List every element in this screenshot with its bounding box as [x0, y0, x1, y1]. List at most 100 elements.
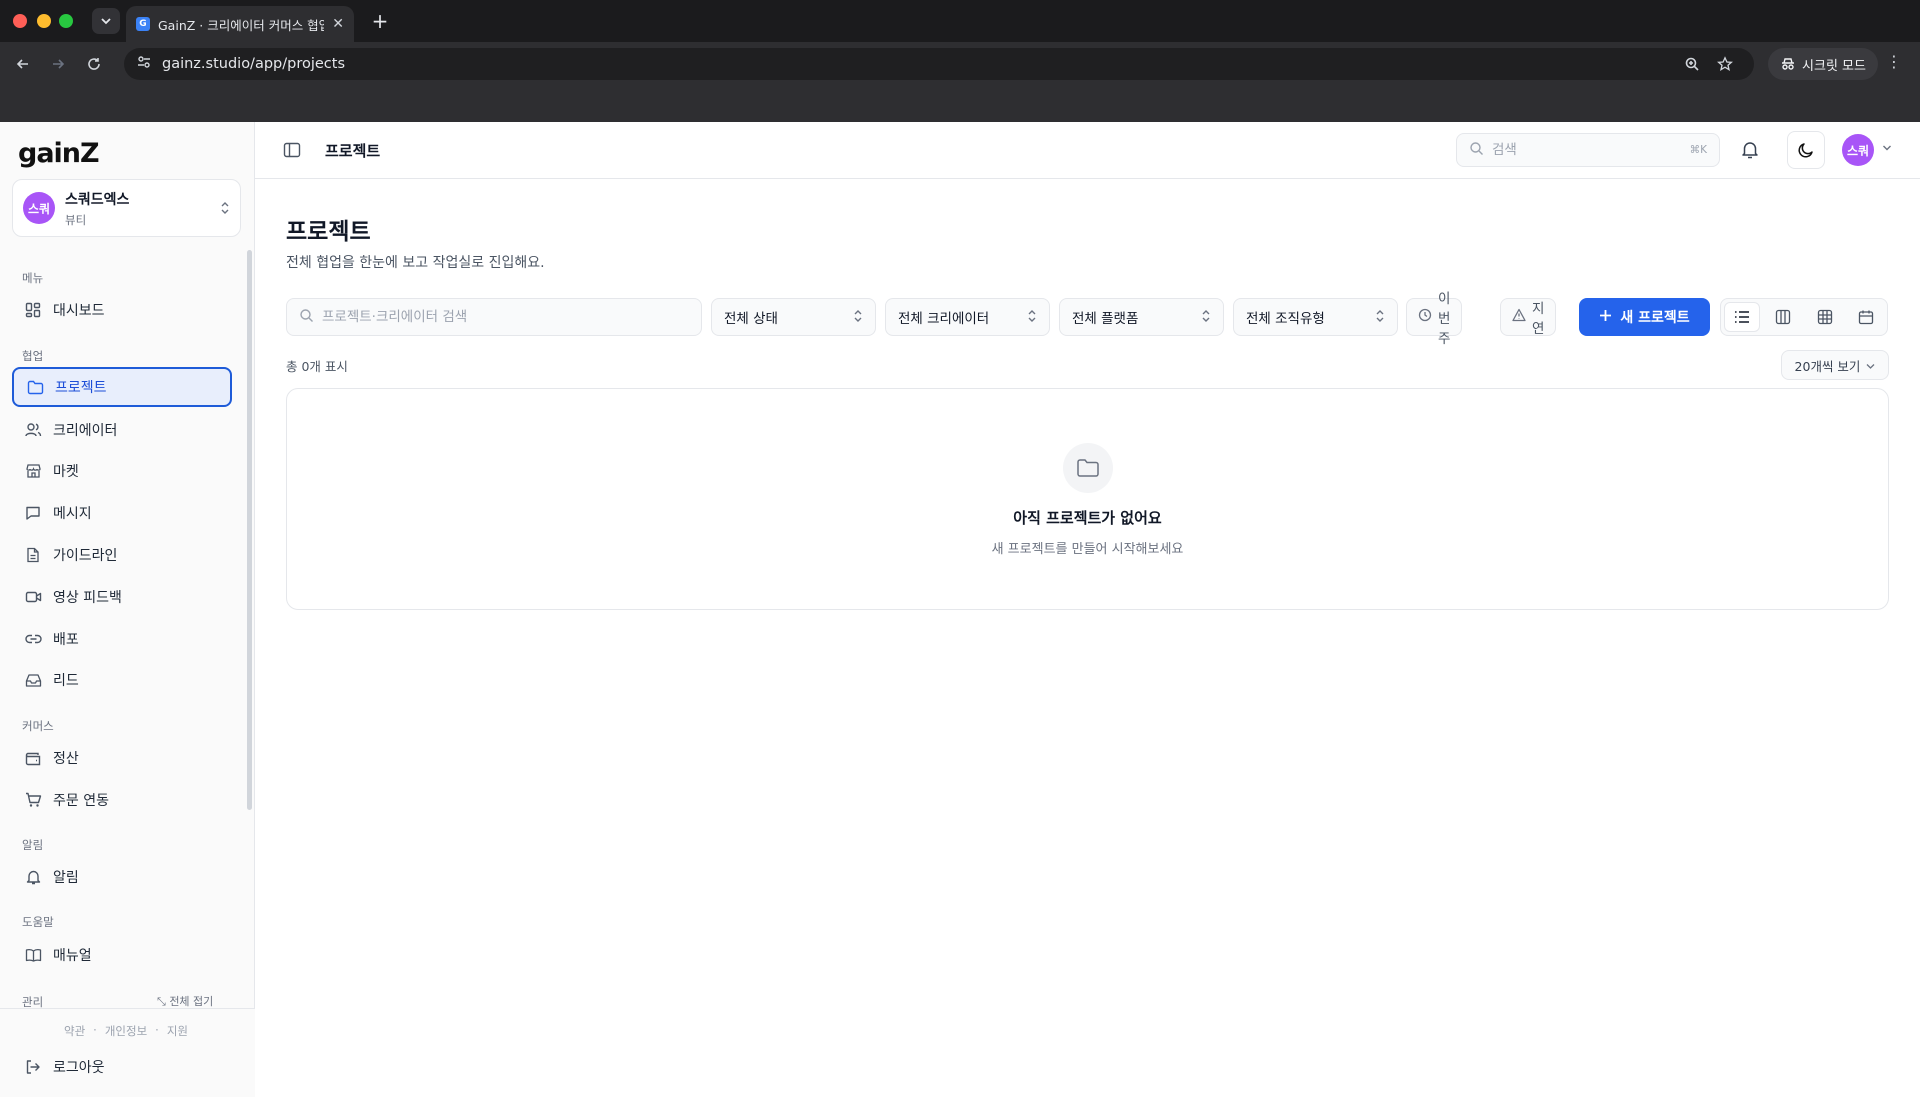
bookmarks-bar — [0, 86, 1920, 122]
store-icon — [24, 462, 42, 480]
new-tab-button[interactable]: + — [368, 9, 392, 33]
sidebar-item-label: 가이드라인 — [53, 548, 118, 564]
sidebar-item-order-sync[interactable]: 주문 연동 — [12, 780, 232, 820]
sidebar-item-settlement[interactable]: 정산 — [12, 738, 232, 778]
delayed-filter[interactable]: 지연 — [1500, 298, 1557, 337]
sidebar-item-market[interactable]: 마켓 — [12, 451, 232, 491]
sidebar-item-projects[interactable]: 프로젝트 — [12, 367, 232, 407]
sidebar-item-dashboard[interactable]: 대시보드 — [12, 290, 232, 330]
forward-button[interactable] — [46, 52, 70, 76]
logout-label: 로그아웃 — [53, 1060, 105, 1076]
terms-link[interactable]: 약관 — [64, 1023, 85, 1039]
user-avatar[interactable]: 스쿼 — [1842, 134, 1874, 166]
org-type-filter-value: 전체 조직유형 — [1246, 311, 1325, 327]
tab-search-button[interactable] — [92, 8, 120, 34]
workspace-avatar: 스쿼 — [23, 192, 55, 224]
sidebar-item-label: 메시지 — [53, 506, 92, 522]
support-link[interactable]: 지원 — [167, 1023, 188, 1039]
browser-toolbar: gainz.studio/app/projects 시크릿 모드 ⋮ — [0, 42, 1920, 86]
kanban-view-button[interactable] — [1763, 299, 1804, 335]
creator-filter-value: 전체 크리에이터 — [898, 311, 990, 327]
document-icon — [24, 546, 42, 564]
platform-filter-value: 전체 플랫폼 — [1072, 311, 1139, 327]
delayed-label: 지연 — [1532, 301, 1545, 337]
footer-links: 약관 · 개인정보 · 지원 — [64, 1023, 188, 1039]
collapse-all-button[interactable]: ⤡ 전체 접기 — [157, 993, 213, 1009]
sidebar-item-leads[interactable]: 리드 — [12, 660, 232, 700]
address-bar[interactable]: gainz.studio/app/projects — [124, 48, 1754, 80]
bookmark-star-icon[interactable] — [1717, 48, 1733, 80]
sidebar-item-messages[interactable]: 메시지 — [12, 493, 232, 533]
this-week-filter[interactable]: 이번 주 — [1406, 291, 1463, 347]
app-window: gainZ 스쿼 스쿼드엑스 뷰티 메뉴 대시보드 협업 프로젝트 크리에이터 — [0, 122, 1920, 1097]
top-header: 프로젝트 ⌘K 스쿼 — [255, 122, 1920, 179]
global-search-input[interactable] — [1492, 142, 1682, 158]
privacy-link[interactable]: 개인정보 — [105, 1023, 147, 1039]
chevron-updown-icon — [853, 309, 863, 325]
project-search[interactable] — [286, 298, 702, 336]
sidebar-item-manual[interactable]: 매뉴얼 — [12, 935, 232, 975]
tab-title: GainZ · 크리에이터 커머스 협업 OS — [158, 17, 324, 33]
minimize-window-button[interactable] — [37, 14, 51, 28]
list-icon — [1734, 311, 1749, 323]
notification-bell-icon[interactable] — [1741, 140, 1759, 163]
sidebar-item-distribution[interactable]: 배포 — [12, 619, 232, 659]
sidebar-item-label: 주문 연동 — [53, 793, 109, 809]
logout-icon — [24, 1058, 42, 1076]
close-window-button[interactable] — [13, 14, 27, 28]
sidebar-scrollbar[interactable] — [247, 250, 252, 810]
list-view-button[interactable] — [1724, 302, 1760, 332]
columns-icon — [1776, 309, 1791, 325]
workspace-switcher[interactable]: 스쿼 스쿼드엑스 뷰티 — [12, 179, 241, 237]
status-filter-value: 전체 상태 — [724, 311, 778, 327]
search-icon — [299, 308, 314, 327]
section-label-alerts: 알림 — [22, 838, 44, 852]
section-label-menu: 메뉴 — [22, 271, 44, 285]
sidebar-item-video-feedback[interactable]: 영상 피드백 — [12, 577, 232, 617]
chevron-down-icon[interactable] — [1882, 142, 1892, 155]
table-view-button[interactable] — [1804, 299, 1845, 335]
creator-filter-select[interactable]: 전체 크리에이터 — [885, 298, 1050, 336]
sidebar-item-label: 리드 — [53, 673, 79, 689]
warning-icon — [1512, 308, 1526, 326]
sidebar-item-label: 프로젝트 — [55, 380, 107, 396]
maximize-window-button[interactable] — [59, 14, 73, 28]
incognito-indicator[interactable]: 시크릿 모드 — [1768, 48, 1878, 80]
folder-icon — [26, 378, 44, 396]
theme-toggle-button[interactable] — [1787, 131, 1825, 169]
browser-tab[interactable]: G GainZ · 크리에이터 커머스 협업 OS ✕ — [126, 6, 354, 42]
incognito-label: 시크릿 모드 — [1802, 58, 1866, 74]
calendar-view-button[interactable] — [1846, 299, 1887, 335]
sidebar-toggle-icon[interactable] — [283, 141, 301, 163]
search-icon — [1469, 141, 1484, 160]
sidebar-item-label: 알림 — [53, 870, 79, 886]
close-tab-icon[interactable]: ✕ — [332, 16, 344, 32]
clock-icon — [1418, 308, 1432, 326]
sidebar-item-creators[interactable]: 크리에이터 — [12, 410, 232, 450]
sidebar-item-label: 대시보드 — [53, 303, 105, 319]
workspace-info: 스쿼드엑스 뷰티 — [65, 189, 210, 228]
page-size-select[interactable]: 20개씩 보기 — [1781, 350, 1889, 380]
platform-filter-select[interactable]: 전체 플랫폼 — [1059, 298, 1224, 336]
zoom-icon[interactable] — [1684, 48, 1700, 80]
new-project-button[interactable]: 새 프로젝트 — [1579, 298, 1710, 336]
logo[interactable]: gainZ — [18, 138, 100, 169]
grid-icon — [1817, 309, 1832, 325]
sidebar: gainZ 스쿼 스쿼드엑스 뷰티 메뉴 대시보드 협업 프로젝트 크리에이터 — [0, 122, 255, 1097]
page-size-value: 20개씩 보기 — [1794, 358, 1861, 374]
calendar-icon — [1859, 310, 1874, 325]
status-filter-select[interactable]: 전체 상태 — [711, 298, 876, 336]
logout-button[interactable]: 로그아웃 — [12, 1047, 232, 1087]
wallet-icon — [24, 749, 42, 767]
back-button[interactable] — [11, 52, 35, 76]
org-type-filter-select[interactable]: 전체 조직유형 — [1233, 298, 1398, 336]
project-search-input[interactable] — [322, 309, 689, 325]
browser-menu-icon[interactable]: ⋮ — [1886, 52, 1902, 71]
chevron-down-icon — [101, 18, 111, 25]
sidebar-item-guidelines[interactable]: 가이드라인 — [12, 535, 232, 575]
global-search[interactable]: ⌘K — [1456, 133, 1720, 167]
site-settings-icon[interactable] — [136, 54, 152, 74]
chevron-updown-icon — [1375, 309, 1385, 325]
reload-button[interactable] — [82, 52, 106, 76]
sidebar-item-notifications[interactable]: 알림 — [12, 857, 232, 897]
